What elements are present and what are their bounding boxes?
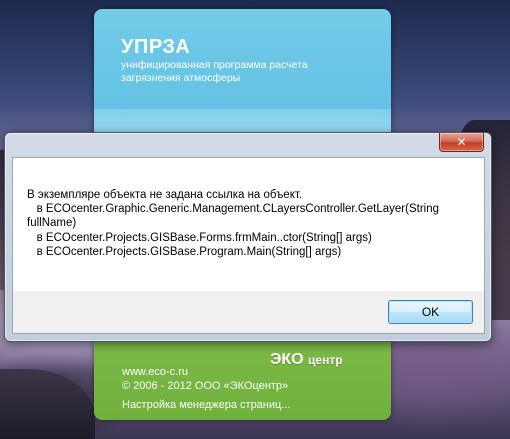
dialog-button-bar: OK xyxy=(12,291,485,334)
message-line: fullName) xyxy=(27,217,77,230)
splash-brand-logo: ЭКО центр xyxy=(270,351,343,369)
brand-name: ЭКО xyxy=(270,351,304,368)
splash-title: УПРЗА xyxy=(121,36,191,58)
splash-subtitle: унифицированная программа расчета загряз… xyxy=(121,59,308,84)
dialog-message-area: В экземпляре объекта не задана ссылка на… xyxy=(12,157,485,292)
brand-suffix: центр xyxy=(308,353,343,367)
message-line: в ECOcenter.Graphic.Generic.Management.C… xyxy=(27,203,439,216)
message-line: в ECOcenter.Projects.GISBase.Forms.frmMa… xyxy=(27,231,372,244)
message-line: в ECOcenter.Projects.GISBase.Program.Mai… xyxy=(27,245,342,258)
close-icon: ✕ xyxy=(456,135,467,149)
close-button[interactable]: ✕ xyxy=(439,133,484,152)
splash-url: www.eco-c.ru xyxy=(122,366,189,378)
error-message: В экземпляре объекта не задана ссылка на… xyxy=(27,188,472,259)
splash-copyright: © 2006 - 2012 ООО «ЭКОцентр» xyxy=(122,380,289,392)
error-dialog: ✕ В экземпляре объекта не задана ссылка … xyxy=(4,132,492,342)
message-line: В экземпляре объекта не задана ссылка на… xyxy=(27,189,303,201)
splash-status-text: Настройка менеджера страниц... xyxy=(122,399,291,411)
ok-button[interactable]: OK xyxy=(388,300,473,324)
